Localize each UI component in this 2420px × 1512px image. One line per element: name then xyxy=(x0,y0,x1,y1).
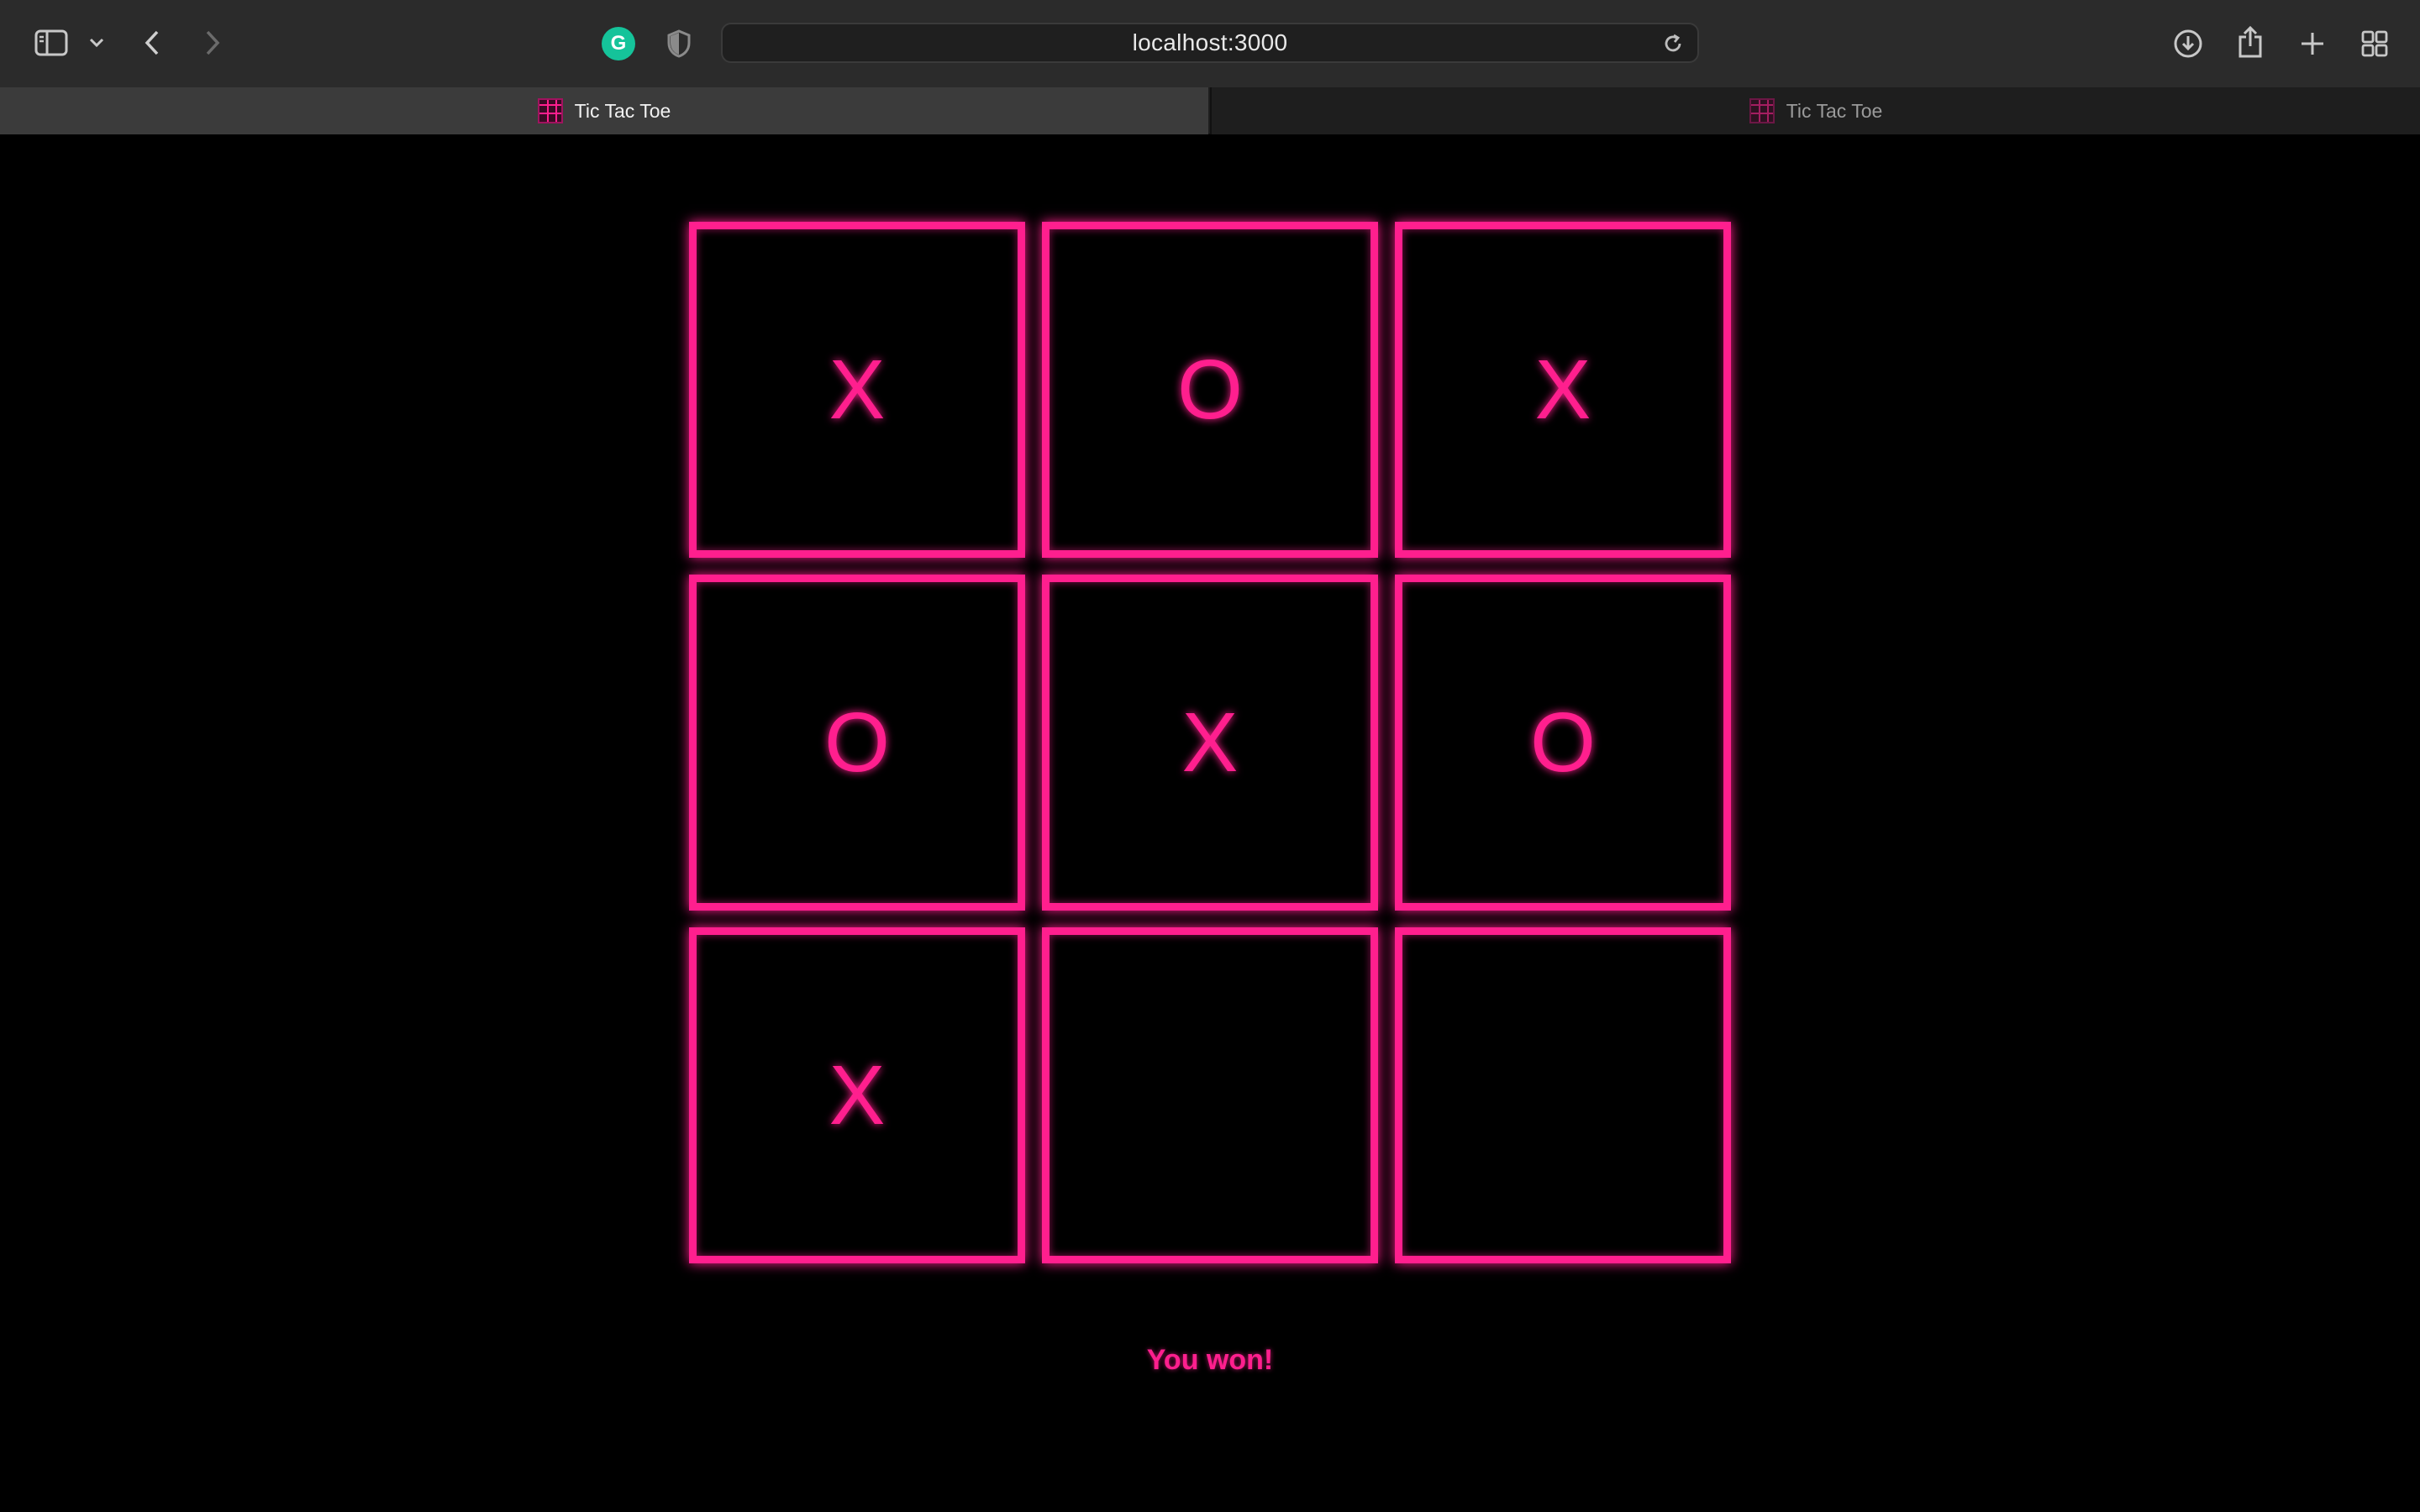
new-tab-plus-icon[interactable] xyxy=(2296,27,2329,60)
board-cell[interactable]: O xyxy=(1395,575,1731,911)
board-cell[interactable] xyxy=(1395,927,1731,1263)
share-icon[interactable] xyxy=(2233,22,2267,62)
tab-active[interactable]: Tic Tac Toe xyxy=(0,87,1208,134)
board-cell[interactable]: O xyxy=(1042,222,1378,558)
address-bar[interactable]: localhost:3000 xyxy=(721,23,1699,63)
chevron-down-icon[interactable] xyxy=(84,32,109,54)
tab-title: Tic Tac Toe xyxy=(574,99,671,122)
board-cell[interactable]: X xyxy=(689,927,1025,1263)
board-cell[interactable]: X xyxy=(1395,222,1731,558)
tic-tac-toe-favicon-icon xyxy=(537,98,563,123)
tab-bar: Tic Tac Toe Tic Tac Toe xyxy=(0,87,2420,134)
grammarly-extension-icon[interactable]: G xyxy=(602,27,635,60)
board-cell[interactable] xyxy=(1042,927,1378,1263)
tic-tac-toe-favicon-icon xyxy=(1749,98,1775,123)
board-cell[interactable]: O xyxy=(689,575,1025,911)
sidebar-toggle-icon[interactable] xyxy=(32,25,71,60)
board-cell[interactable]: X xyxy=(1042,575,1378,911)
back-arrow-icon[interactable] xyxy=(139,27,165,59)
forward-arrow-icon[interactable] xyxy=(200,27,225,59)
tab-title: Tic Tac Toe xyxy=(1786,99,1883,122)
downloads-icon[interactable] xyxy=(2170,25,2207,62)
privacy-shield-icon[interactable] xyxy=(664,27,694,60)
game-status-message: You won! xyxy=(1146,1344,1274,1376)
reload-icon[interactable] xyxy=(1662,33,1684,59)
board-cell[interactable]: X xyxy=(689,222,1025,558)
game-board: X O X O X O X xyxy=(689,222,1731,1263)
browser-toolbar: G localhost:3000 xyxy=(0,0,2420,87)
tab-inactive[interactable]: Tic Tac Toe xyxy=(1210,87,2420,134)
url-text: localhost:3000 xyxy=(1132,29,1288,55)
tab-overview-icon[interactable] xyxy=(2358,27,2391,60)
